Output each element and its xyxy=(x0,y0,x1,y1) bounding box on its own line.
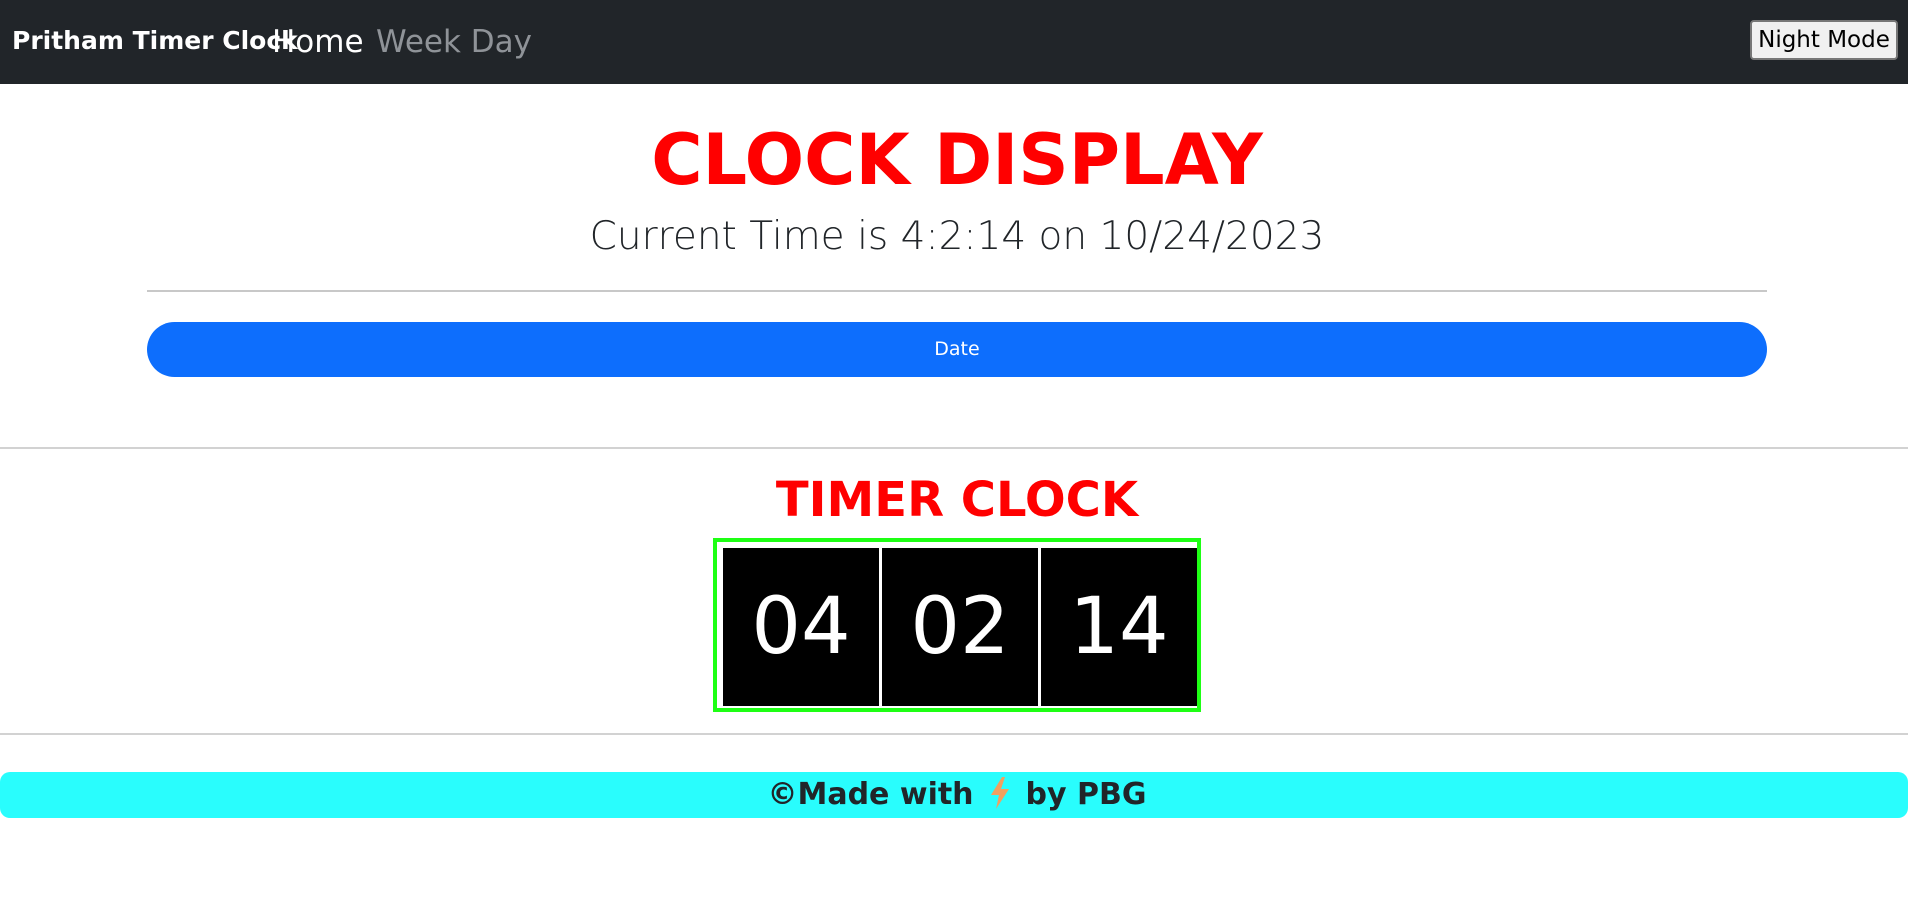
top-navbar: Pritham Timer Clock Home Week Day Night … xyxy=(0,0,1908,84)
date-button[interactable]: Date xyxy=(147,322,1767,377)
footer-prefix: ©Made with xyxy=(767,777,974,812)
night-mode-button[interactable]: Night Mode xyxy=(1750,20,1898,60)
timer-clock-display: 04 02 14 xyxy=(713,538,1201,712)
footer-text: ©Made with by PBG xyxy=(0,772,1908,818)
divider xyxy=(147,290,1767,292)
timer-clock-title: TIMER CLOCK xyxy=(775,472,1139,528)
divider xyxy=(0,447,1908,449)
clock-display-title: CLOCK DISPLAY xyxy=(651,119,1263,201)
lightning-bolt-icon xyxy=(988,776,1012,810)
current-time-text: Current Time is 4:2:14 on 10/24/2023 xyxy=(589,214,1325,259)
footer-suffix: by PBG xyxy=(1025,777,1147,812)
timer-hours: 04 xyxy=(723,548,879,706)
nav-link-home[interactable]: Home xyxy=(272,22,364,62)
timer-minutes: 02 xyxy=(882,548,1038,706)
footer: ©Made with by PBG xyxy=(0,772,1908,818)
timer-seconds: 14 xyxy=(1041,548,1197,706)
navbar-brand[interactable]: Pritham Timer Clock xyxy=(12,24,298,58)
divider xyxy=(0,733,1908,735)
nav-link-week-day[interactable]: Week Day xyxy=(376,22,532,62)
